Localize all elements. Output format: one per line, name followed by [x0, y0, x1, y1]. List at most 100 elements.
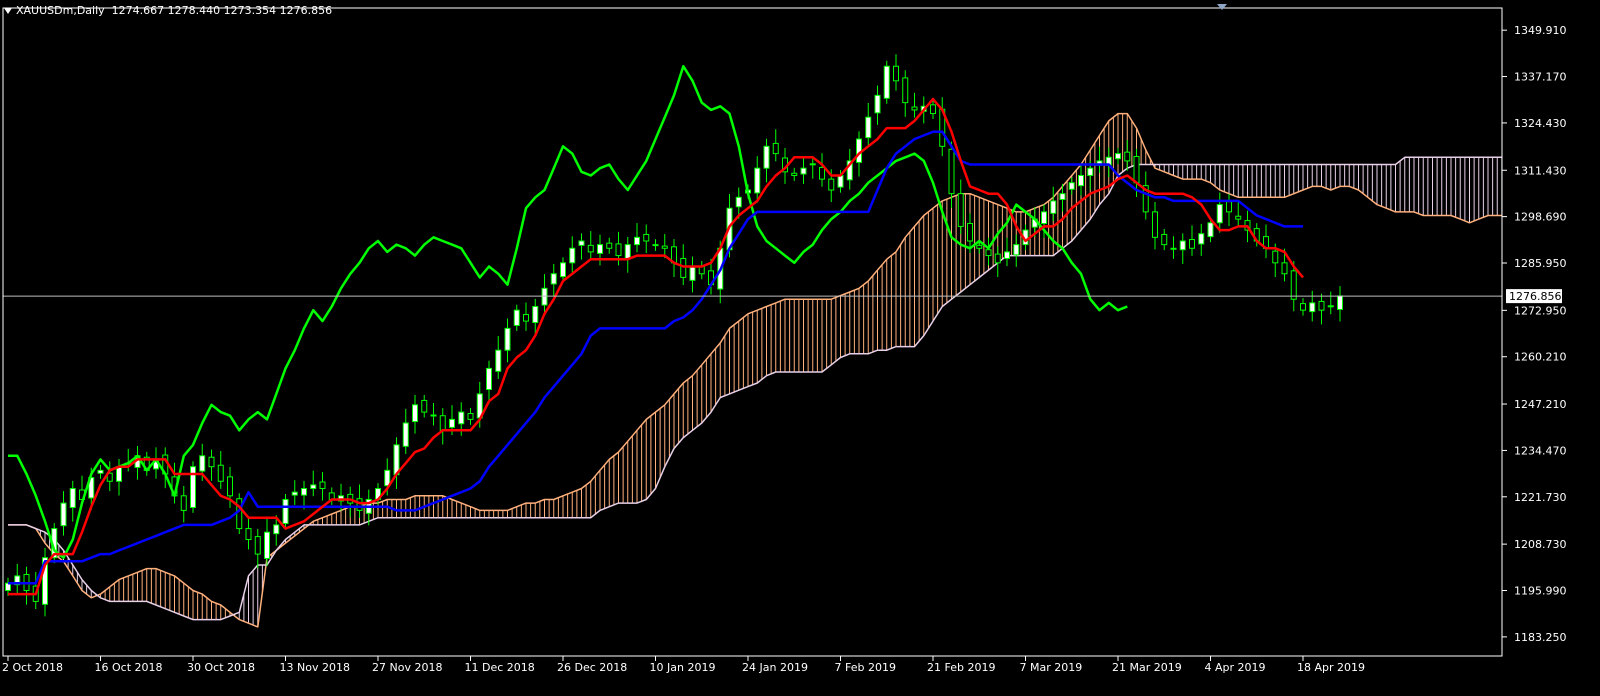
candle-body — [1198, 233, 1205, 245]
plot-area — [5, 54, 1502, 628]
x-tick-label: 7 Feb 2019 — [835, 661, 896, 674]
candle-body — [791, 172, 798, 176]
y-tick-label: 1298.690 — [1514, 211, 1567, 224]
candle-body — [1216, 204, 1223, 224]
current-price-label: 1276.856 — [1509, 290, 1562, 303]
candle-body — [837, 174, 844, 188]
candle-body — [69, 488, 76, 508]
candle-body — [282, 498, 289, 524]
candle-body — [254, 536, 261, 555]
y-tick-label: 1221.730 — [1514, 491, 1567, 504]
candle-body — [1309, 302, 1316, 313]
candle-body — [116, 466, 122, 482]
candle-body — [1179, 240, 1186, 251]
y-tick-label: 1208.730 — [1514, 538, 1567, 551]
candle-body — [569, 247, 576, 264]
candle-body — [449, 418, 455, 428]
candle-body — [1189, 239, 1195, 249]
candle-body — [236, 498, 243, 530]
candle-body — [402, 422, 409, 447]
candle-body — [1115, 153, 1121, 160]
x-tick-label: 21 Feb 2019 — [927, 661, 995, 674]
candle-body — [1087, 167, 1094, 176]
x-tick-label: 26 Dec 2018 — [557, 661, 627, 674]
candle-body — [578, 240, 585, 246]
candle-body — [1133, 156, 1140, 184]
candle-body — [643, 233, 650, 242]
candle-body — [735, 196, 742, 208]
x-tick-label: 11 Dec 2018 — [465, 661, 535, 674]
candle-body — [680, 257, 687, 278]
x-tick-label: 2 Oct 2018 — [2, 661, 63, 674]
candle-body — [523, 314, 529, 322]
candle-body — [1041, 211, 1047, 225]
candle-body — [893, 65, 899, 82]
x-tick-label: 10 Jan 2019 — [650, 661, 716, 674]
x-tick-label: 13 Nov 2018 — [280, 661, 350, 674]
chart-window[interactable]: 1349.910 1337.170 1324.430 1311.430 1298.690… — [0, 0, 1600, 696]
candle-body — [467, 413, 474, 420]
candle-body — [865, 116, 872, 139]
candle-body — [652, 244, 659, 247]
candle-body — [948, 148, 955, 195]
candle-body — [615, 243, 622, 257]
candle-body — [1235, 215, 1242, 220]
candle-body — [661, 245, 668, 249]
y-tick-label: 1311.430 — [1514, 164, 1567, 177]
candle-body — [985, 249, 992, 257]
x-tick-label: 18 Apr 2019 — [1297, 661, 1365, 674]
candle-body — [634, 236, 640, 246]
price-chart[interactable]: 1349.910 1337.170 1324.430 1311.430 1298.690… — [0, 0, 1600, 696]
candle-body — [828, 178, 835, 191]
candle-body — [957, 193, 964, 227]
candle-body — [1161, 233, 1168, 246]
candle-body — [1226, 201, 1232, 213]
candle-body — [1059, 193, 1066, 200]
candle-body — [1078, 174, 1084, 187]
candle-body — [883, 65, 890, 99]
candle-body — [421, 399, 428, 413]
candle-body — [1004, 251, 1010, 259]
candle-body — [1124, 151, 1131, 162]
candle-body — [301, 488, 307, 496]
candle-body — [486, 367, 492, 391]
y-tick-label: 1285.950 — [1514, 257, 1567, 270]
x-tick-label: 30 Oct 2018 — [187, 661, 255, 674]
candle-body — [310, 484, 317, 490]
candle-body — [439, 415, 446, 431]
candle-body — [930, 104, 936, 115]
x-tick-label: 21 Mar 2019 — [1112, 661, 1182, 674]
x-tick-label: 16 Oct 2018 — [95, 661, 163, 674]
candle-body — [245, 528, 252, 541]
candle-body — [994, 253, 1001, 264]
candle-body — [606, 242, 613, 249]
candle-body — [597, 244, 603, 254]
candle-body — [902, 77, 909, 104]
candle-body — [384, 469, 391, 487]
candle-body — [532, 306, 539, 324]
candle-body — [1318, 300, 1325, 311]
candle-body — [264, 531, 270, 559]
y-tick-label: 1260.210 — [1514, 351, 1567, 364]
candle-body — [800, 167, 807, 175]
y-tick-label: 1183.250 — [1514, 631, 1567, 644]
candle-body — [217, 464, 224, 482]
candle-body — [967, 223, 973, 242]
candle-body — [412, 404, 418, 423]
candle-body — [458, 411, 465, 425]
candle-body — [560, 262, 566, 278]
candle-body — [1170, 247, 1177, 250]
candle-body — [430, 414, 437, 417]
dropdown-triangle-icon[interactable] — [4, 8, 12, 14]
x-tick-label: 27 Nov 2018 — [372, 661, 442, 674]
candle-body — [1013, 244, 1020, 256]
chart-title: XAUUSDm,Daily 1274.667 1278.440 1273.354… — [4, 4, 332, 17]
candle-body — [1152, 211, 1158, 238]
candle-body — [504, 327, 511, 351]
candle-body — [587, 244, 594, 253]
candle-body — [754, 167, 761, 194]
candle-body — [976, 244, 983, 249]
symbol-label: XAUUSDm,Daily — [16, 4, 105, 17]
candle-body — [689, 265, 696, 281]
candle-body — [513, 309, 520, 326]
